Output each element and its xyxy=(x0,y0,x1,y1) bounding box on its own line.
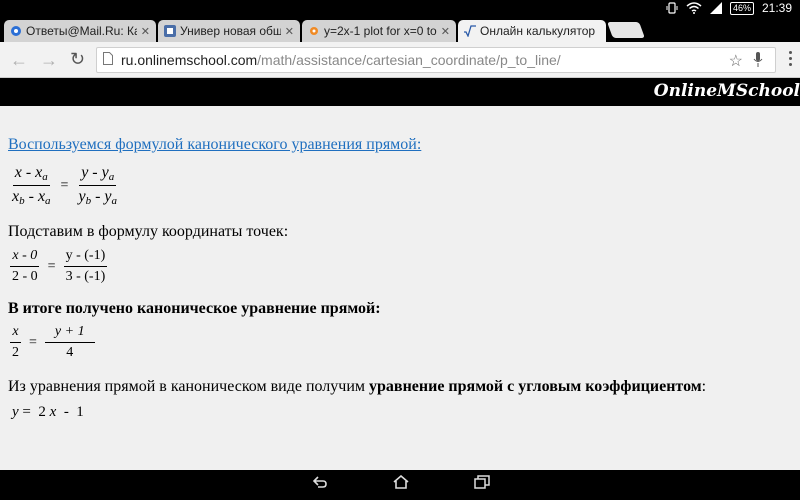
battery-indicator: 46% xyxy=(729,1,754,15)
url-path: /math/assistance/cartesian_coordinate/p_… xyxy=(257,52,561,68)
fraction-y: y - (-1) 3 - (-1) xyxy=(63,248,108,284)
canonical-equation: x 2 = y + 1 4 xyxy=(10,324,95,361)
sqrt-a-favicon-icon xyxy=(464,25,476,37)
close-tab-icon[interactable]: ✕ xyxy=(285,25,294,38)
slope-equation: y = 2 x - 1 xyxy=(12,404,84,420)
close-tab-icon[interactable]: ✕ xyxy=(141,25,150,38)
system-navigation-bar xyxy=(0,470,800,500)
tab-title: Универ новая общаг xyxy=(180,24,281,38)
fraction-x: x - 0 2 - 0 xyxy=(10,248,40,284)
fraction-y: y - ya yb - ya xyxy=(78,164,117,207)
page-icon xyxy=(103,52,113,68)
vk-favicon-icon xyxy=(164,25,176,37)
result-heading: В итоге получено каноническое уравнение … xyxy=(8,300,381,317)
new-tab-button[interactable] xyxy=(607,22,645,38)
reload-icon[interactable]: ↻ xyxy=(70,49,85,69)
fraction-y: y + 1 4 xyxy=(44,324,95,361)
canonical-formula-link[interactable]: Воспользуемся формулой канонического ура… xyxy=(8,136,421,154)
equals-sign: = xyxy=(47,258,56,274)
back-arrow-icon[interactable]: ← xyxy=(10,50,28,70)
status-bar: 46% 21:39 xyxy=(0,0,800,18)
fraction-x: x - xa xb - xa xyxy=(12,164,51,207)
site-logo[interactable]: OnlineMSchool xyxy=(654,81,800,101)
browser-toolbar: ← → ↻ ru.onlinemschool.com/math/assistan… xyxy=(0,42,800,78)
wifi-icon xyxy=(686,2,702,14)
site-header: OnlineMSchool xyxy=(0,79,800,106)
url-host: ru.onlinemschool.com xyxy=(121,52,258,68)
vibrate-icon xyxy=(666,2,678,14)
wolfram-favicon-icon xyxy=(308,25,320,37)
forward-arrow-icon[interactable]: → xyxy=(40,50,58,70)
substitute-text: Подставим в формулу координаты точек: xyxy=(8,223,289,240)
tab-mail-answers[interactable]: Ответы@Mail.Ru: Ка ✕ xyxy=(4,20,156,42)
menu-icon[interactable] xyxy=(789,51,792,66)
substituted-formula: x - 0 2 - 0 = y - (-1) 3 - (-1) xyxy=(10,248,108,285)
status-time: 21:39 xyxy=(761,1,792,15)
tab-title: y=2x-1 plot for x=0 to xyxy=(324,24,437,38)
tab-vk-dorm[interactable]: Универ новая общаг ✕ xyxy=(158,20,300,42)
back-icon[interactable] xyxy=(312,475,328,495)
recent-apps-icon[interactable] xyxy=(474,475,490,495)
tab-title: Онлайн калькулятор xyxy=(480,24,596,38)
tab-wolfram-plot[interactable]: y=2x-1 plot for x=0 to ✕ xyxy=(302,20,456,42)
address-bar[interactable]: ru.onlinemschool.com/math/assistance/car… xyxy=(96,47,776,73)
microphone-icon[interactable] xyxy=(753,52,763,71)
tab-online-calculator[interactable]: Онлайн калькулятор xyxy=(458,20,606,42)
close-tab-icon[interactable]: ✕ xyxy=(441,25,450,38)
fraction-x: x 2 xyxy=(10,324,21,360)
tab-title: Ответы@Mail.Ru: Ка xyxy=(26,24,137,38)
equals-sign: = xyxy=(29,334,37,350)
slope-intro-text: Из уравнения прямой в каноническом виде … xyxy=(8,378,707,395)
bookmark-star-icon[interactable]: ☆ xyxy=(729,51,743,71)
canonical-formula: x - xa xb - xa = y - ya yb - ya xyxy=(10,164,119,207)
tab-strip: Ответы@Mail.Ru: Ка ✕ Универ новая общаг … xyxy=(0,18,800,42)
cellular-signal-icon xyxy=(709,2,722,14)
solution-content: Воспользуемся формулой канонического ура… xyxy=(0,106,800,470)
home-icon[interactable] xyxy=(393,474,409,495)
equals-sign: = xyxy=(60,177,69,193)
mail-ru-favicon-icon xyxy=(10,25,22,37)
